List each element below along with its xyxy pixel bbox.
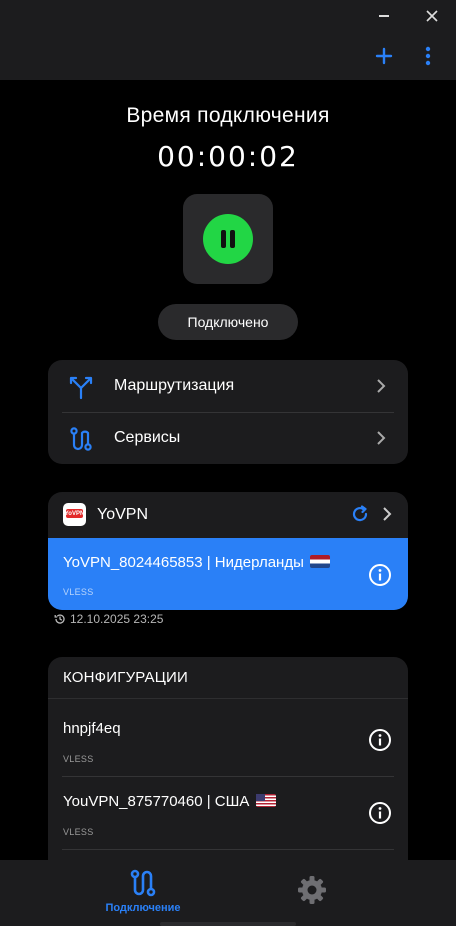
tab-connection-label: Подключение (105, 902, 181, 914)
configurations-title: КОНФИГУРАЦИИ (63, 669, 188, 686)
tab-connection[interactable]: Подключение (88, 860, 198, 926)
config-protocol: VLESS (63, 827, 94, 837)
close-icon[interactable] (424, 8, 440, 24)
menu-item-services[interactable]: Сервисы (48, 412, 408, 464)
netherlands-flag-icon (310, 555, 331, 568)
options-card: Маршрутизация Сервисы (48, 360, 408, 464)
last-updated: 12.10.2025 23:25 (54, 612, 163, 626)
chevron-right-icon[interactable] (382, 506, 392, 522)
config-item[interactable]: hnpjf4eq VLESS (48, 704, 408, 776)
divider (48, 698, 408, 699)
bottom-nav: Подключение (0, 860, 456, 926)
connection-icon (130, 869, 156, 897)
status-badge: Подключено (158, 304, 298, 340)
pause-icon (221, 230, 226, 248)
title-bar (0, 0, 456, 80)
connection-time-title: Время подключения (126, 104, 330, 127)
connection-timer: 00:00:02 (157, 140, 299, 173)
usa-flag-icon (255, 794, 276, 807)
chevron-right-icon (377, 379, 386, 393)
settings-gear-icon[interactable] (296, 874, 328, 906)
server-protocol: VLESS (63, 587, 94, 597)
server-name: YoVPN_8024465853 | Нидерланды (63, 554, 304, 571)
refresh-icon[interactable] (350, 504, 370, 524)
config-name: hnpjf4eq (63, 720, 121, 737)
last-updated-text: 12.10.2025 23:25 (70, 612, 164, 626)
info-icon[interactable] (368, 728, 392, 752)
divider (62, 849, 394, 850)
config-item[interactable]: YouVPN_875770460 | США VLESS (48, 777, 408, 849)
menu-item-routing[interactable]: Маршрутизация (48, 360, 408, 412)
subscription-name: YoVPN (97, 506, 148, 523)
home-indicator (160, 922, 296, 926)
yovpn-logo: YoVPN (63, 503, 86, 526)
info-icon[interactable] (368, 801, 392, 825)
minimize-icon[interactable] (379, 15, 389, 17)
menu-item-label: Маршрутизация (114, 377, 235, 394)
info-icon[interactable] (368, 563, 392, 587)
more-vertical-icon[interactable] (422, 46, 434, 66)
plus-icon[interactable] (374, 46, 394, 66)
services-icon (70, 427, 92, 451)
connect-toggle-tile[interactable] (183, 194, 273, 284)
config-name: YouVPN_875770460 | США (63, 793, 250, 810)
subscription-card: YoVPN YoVPN YoVPN_8024465853 | Нидерланд… (48, 492, 408, 610)
history-icon (54, 614, 65, 624)
active-server-row[interactable]: YoVPN_8024465853 | Нидерланды VLESS (48, 538, 408, 610)
config-protocol: VLESS (63, 754, 94, 764)
menu-item-label: Сервисы (114, 429, 181, 446)
routing-icon (69, 376, 93, 400)
pause-button[interactable] (203, 214, 253, 264)
chevron-right-icon (377, 431, 386, 445)
